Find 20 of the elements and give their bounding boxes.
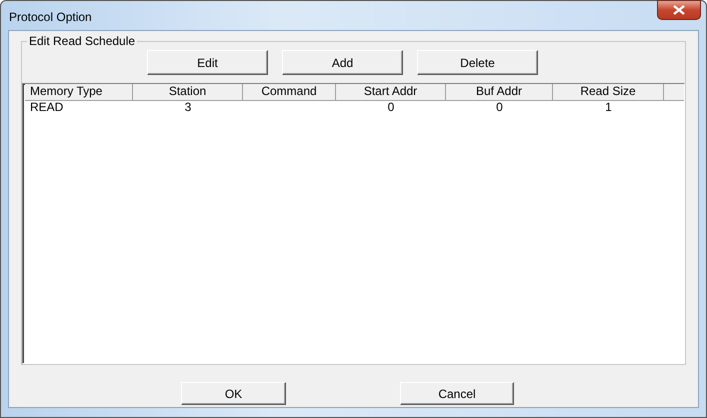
toolbar-button[interactable]: Delete <box>417 50 538 75</box>
toolbar-button[interactable]: Edit <box>147 50 268 75</box>
group-title: Edit Read Schedule <box>27 34 138 48</box>
column-header[interactable]: Read Size <box>553 84 664 100</box>
window-title: Protocol Option <box>8 10 92 24</box>
close-button[interactable] <box>657 0 701 20</box>
table-cell: 0 <box>388 100 394 114</box>
column-header[interactable]: Memory Type <box>25 84 133 100</box>
table-cell: READ <box>30 100 64 114</box>
toolbar-button[interactable]: Add <box>282 50 403 75</box>
column-header[interactable]: Station <box>133 84 243 100</box>
close-icon <box>673 5 685 15</box>
table-cell: 1 <box>605 100 612 114</box>
column-header[interactable]: Command <box>243 84 336 100</box>
column-header[interactable]: Buf Addr <box>446 84 553 100</box>
table-cell: 3 <box>184 100 192 114</box>
column-header[interactable]: Start Addr <box>336 84 446 100</box>
table-cell: 0 <box>496 100 503 114</box>
dialog-button[interactable]: Cancel <box>400 382 514 405</box>
dialog-button[interactable]: OK <box>181 382 286 405</box>
